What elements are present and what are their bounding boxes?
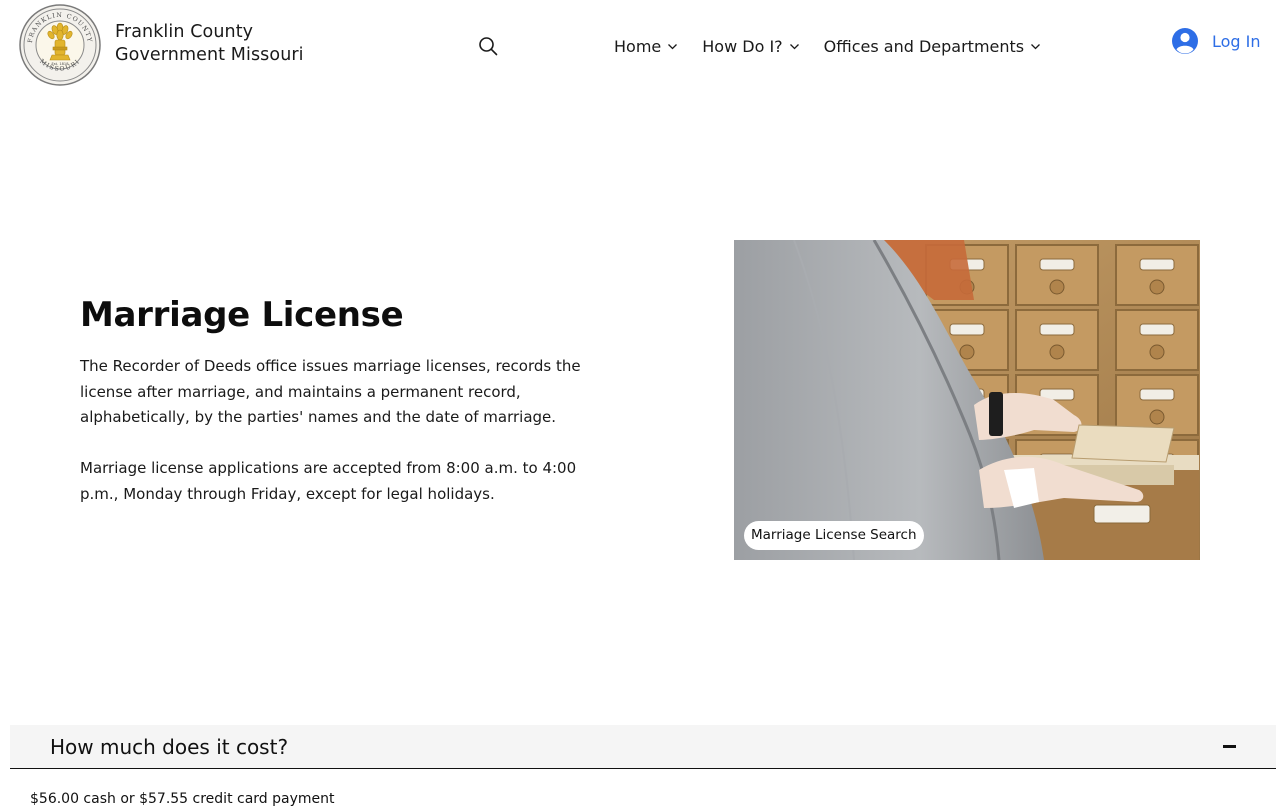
search-button[interactable] (476, 34, 500, 58)
drawer-knob (1149, 409, 1165, 425)
drawer-label-plate (1139, 323, 1175, 336)
drawer-knob (1149, 279, 1165, 295)
drawer (1115, 374, 1199, 436)
drawer-label-plate (1039, 258, 1075, 271)
nav-item-offices-and-departments[interactable]: Offices and Departments (824, 37, 1041, 56)
svg-text:Est. 1818: Est. 1818 (52, 62, 70, 66)
marriage-license-search-link[interactable]: Marriage License Search (744, 521, 924, 550)
drawer (1115, 309, 1199, 371)
login-button[interactable]: Log In (1171, 27, 1261, 55)
nav-item-label: Offices and Departments (823, 36, 1025, 56)
hero-image (734, 240, 1200, 560)
drawer (1015, 309, 1099, 371)
nav-item-home[interactable]: Home (614, 37, 678, 56)
drawer-label-plate (1139, 388, 1175, 401)
drawer-knob (1149, 344, 1165, 360)
county-seal-logo[interactable]: FRANKLIN COUNTY MISSOURI Est. 1818 (19, 4, 101, 86)
search-icon (479, 37, 498, 56)
minus-icon[interactable] (1223, 737, 1237, 757)
nav-item-how-do-i[interactable]: How Do I? (702, 37, 799, 56)
intro-paragraph: The Recorder of Deeds office issues marr… (80, 357, 581, 426)
page-title: Marriage License (80, 295, 404, 335)
card-catalog-illustration (734, 240, 1200, 560)
drawer (1015, 244, 1099, 306)
cost-accordion-header[interactable]: How much does it cost? (10, 725, 1276, 769)
login-label: Log In (1212, 31, 1261, 51)
drawer-label-plate (949, 323, 985, 336)
drawer-knob (1049, 279, 1065, 295)
accordion-content: $56.00 cash or $57.55 credit card paymen… (30, 791, 335, 807)
accordion-title: How much does it cost? (50, 735, 289, 759)
drawer-knob (959, 344, 975, 360)
site-header: FRANKLIN COUNTY MISSOURI Est. 1818 Frank… (0, 0, 1280, 92)
drawer-label-plate (1039, 323, 1075, 336)
chevron-down-icon (668, 44, 678, 50)
main-nav: Home How Do I? Offices and Departments (614, 34, 1041, 58)
chevron-down-icon (1031, 44, 1041, 50)
hours-paragraph: Marriage license applications are accept… (80, 459, 577, 503)
account-icon (1172, 28, 1198, 54)
site-title[interactable]: Franklin County Government Missouri (115, 21, 304, 67)
drawer-label-plate (1139, 258, 1175, 271)
site-title-line-2: Government Missouri (115, 45, 304, 65)
chevron-down-icon (789, 44, 799, 50)
nav-item-label: Home (614, 36, 662, 56)
nav-item-label: How Do I? (702, 36, 783, 56)
site-title-line-1: Franklin County (115, 22, 254, 42)
drawer-knob (1049, 344, 1065, 360)
drawer (1115, 244, 1199, 306)
